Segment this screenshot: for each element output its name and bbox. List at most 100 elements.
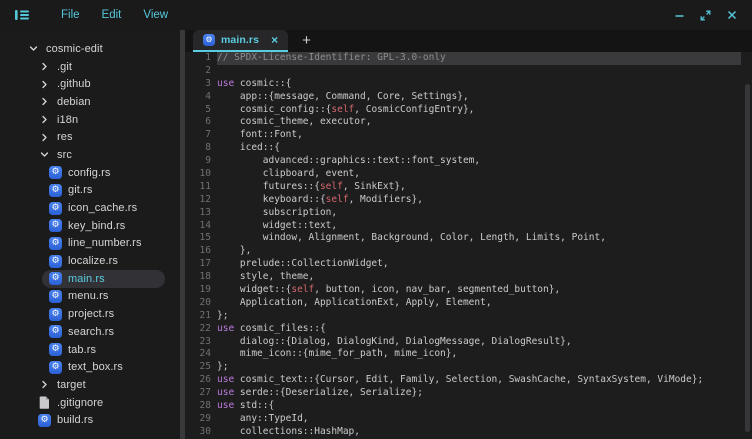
- tree-item-target[interactable]: target: [0, 376, 180, 394]
- close-button[interactable]: [725, 9, 738, 22]
- tree-item-key-bind-rs[interactable]: ⚙ key_bind.rs: [0, 217, 180, 235]
- line-content: app::{message, Command, Core, Settings},: [217, 91, 741, 104]
- tree-item-label: src: [57, 149, 72, 161]
- line-content: clipboard, event,: [217, 168, 741, 181]
- window-controls: [673, 9, 738, 22]
- line-content: use serde::{Deserialize, Serialize};: [217, 387, 741, 400]
- line-number: 10: [185, 168, 211, 181]
- line-content: };: [217, 361, 741, 374]
- menu-file[interactable]: File: [50, 5, 91, 25]
- line-number: 6: [185, 116, 211, 129]
- editor-scrollbar[interactable]: [745, 84, 750, 432]
- tree-item-tab-rs[interactable]: ⚙ tab.rs: [0, 341, 180, 359]
- tree-item-localize-rs[interactable]: ⚙ localize.rs: [0, 252, 180, 270]
- tree-item--github[interactable]: .github: [0, 75, 180, 93]
- line-number: 2: [185, 65, 211, 78]
- chevron-right-icon[interactable]: [38, 378, 51, 391]
- chevron-right-icon[interactable]: [38, 131, 51, 144]
- chevron-right-icon[interactable]: [38, 95, 51, 108]
- line-content: iced::{: [217, 142, 741, 155]
- code-line: 16 },: [185, 245, 752, 258]
- line-number: 11: [185, 181, 211, 194]
- line-number: 12: [185, 194, 211, 207]
- tab-main-rs[interactable]: ⚙ main.rs ×: [193, 30, 288, 52]
- tab-label: main.rs: [221, 34, 259, 46]
- code-line: 23 dialog::{Dialog, DialogKind, DialogMe…: [185, 336, 752, 349]
- rust-file-icon: ⚙: [203, 34, 215, 46]
- tree-item-res[interactable]: res: [0, 128, 180, 146]
- tree-item-build-rs[interactable]: ⚙ build.rs: [0, 411, 180, 429]
- line-number: 14: [185, 220, 211, 233]
- chevron-down-icon[interactable]: [38, 148, 51, 161]
- rust-file-icon: ⚙: [38, 414, 51, 427]
- code-line: 7 font::Font,: [185, 129, 752, 142]
- tree-item-i18n[interactable]: i18n: [0, 111, 180, 129]
- tree-item-git-rs[interactable]: ⚙ git.rs: [0, 182, 180, 200]
- line-content: advanced::graphics::text::font_system,: [217, 155, 741, 168]
- maximize-button[interactable]: [699, 9, 712, 22]
- tree-item-search-rs[interactable]: ⚙ search.rs: [0, 323, 180, 341]
- line-number: 29: [185, 413, 211, 426]
- tree-item-line-number-rs[interactable]: ⚙ line_number.rs: [0, 235, 180, 253]
- rust-file-icon: ⚙: [49, 184, 62, 197]
- chevron-down-icon[interactable]: [27, 42, 40, 55]
- rust-file-icon: ⚙: [49, 290, 62, 303]
- tree-item-icon-cache-rs[interactable]: ⚙ icon_cache.rs: [0, 199, 180, 217]
- chevron-right-icon[interactable]: [38, 78, 51, 91]
- tree-item-label: config.rs: [68, 167, 110, 179]
- line-content: cosmic_theme, executor,: [217, 116, 741, 129]
- line-content: mime_icon::{mime_for_path, mime_icon},: [217, 348, 741, 361]
- menu-edit[interactable]: Edit: [91, 5, 133, 25]
- tree-item-main-rs[interactable]: ⚙ main.rs: [0, 270, 180, 288]
- tree-item-cosmic-edit[interactable]: cosmic-edit: [0, 40, 180, 58]
- line-content: window, Alignment, Background, Color, Le…: [217, 232, 741, 245]
- line-number: 13: [185, 207, 211, 220]
- line-content: },: [217, 245, 741, 258]
- code-editor[interactable]: 1 // SPDX-License-Identifier: GPL-3.0-on…: [185, 52, 752, 439]
- tree-item-label: res: [57, 131, 73, 143]
- line-content: dialog::{Dialog, DialogKind, DialogMessa…: [217, 336, 741, 349]
- chevron-right-icon[interactable]: [38, 113, 51, 126]
- tree-item-label: menu.rs: [68, 290, 108, 302]
- tree-item-label: .github: [57, 78, 91, 90]
- line-content: any::TypeId,: [217, 413, 741, 426]
- tree-item--gitignore[interactable]: .gitignore: [0, 394, 180, 412]
- tree-item-label: search.rs: [68, 326, 114, 338]
- tree-item-text-box-rs[interactable]: ⚙ text_box.rs: [0, 358, 180, 376]
- tree-item-label: target: [57, 379, 86, 391]
- line-number: 30: [185, 426, 211, 439]
- code-line: 1 // SPDX-License-Identifier: GPL-3.0-on…: [185, 52, 752, 65]
- tree-item-debian[interactable]: debian: [0, 93, 180, 111]
- tree-item-label: i18n: [57, 114, 78, 126]
- line-number: 7: [185, 129, 211, 142]
- tree-item-label: .gitignore: [57, 397, 103, 409]
- main-split: cosmic-edit .git .github debian i18n res…: [0, 30, 752, 439]
- line-content: use cosmic_files::{: [217, 323, 741, 336]
- rust-file-icon: ⚙: [49, 219, 62, 232]
- sidebar-toggle-icon[interactable]: [14, 8, 30, 22]
- tab-close-icon[interactable]: ×: [271, 35, 278, 45]
- line-number: 23: [185, 336, 211, 349]
- editor-pane: ⚙ main.rs × + 1 // SPDX-License-Identifi…: [185, 30, 752, 439]
- minimize-button[interactable]: [673, 9, 686, 22]
- tree-item-menu-rs[interactable]: ⚙ menu.rs: [0, 288, 180, 306]
- tree-item-project-rs[interactable]: ⚙ project.rs: [0, 305, 180, 323]
- code-line: 9 advanced::graphics::text::font_system,: [185, 155, 752, 168]
- line-number: 22: [185, 323, 211, 336]
- new-tab-button[interactable]: +: [302, 34, 311, 48]
- rust-file-icon: ⚙: [49, 361, 62, 374]
- code-line: 15 window, Alignment, Background, Color,…: [185, 232, 752, 245]
- code-line: 29 any::TypeId,: [185, 413, 752, 426]
- chevron-right-icon[interactable]: [38, 60, 51, 73]
- tree-item-label: build.rs: [57, 414, 93, 426]
- line-content: widget::text,: [217, 220, 741, 233]
- tree-item--git[interactable]: .git: [0, 58, 180, 76]
- tree-item-label: key_bind.rs: [68, 220, 125, 232]
- menu-view[interactable]: View: [132, 5, 179, 25]
- tree-item-label: cosmic-edit: [46, 43, 103, 55]
- tree-item-config-rs[interactable]: ⚙ config.rs: [0, 164, 180, 182]
- code-line: 6 cosmic_theme, executor,: [185, 116, 752, 129]
- tree-item-label: icon_cache.rs: [68, 202, 137, 214]
- code-line: 19 widget::{self, button, icon, nav_bar,…: [185, 284, 752, 297]
- tree-item-src[interactable]: src: [0, 146, 180, 164]
